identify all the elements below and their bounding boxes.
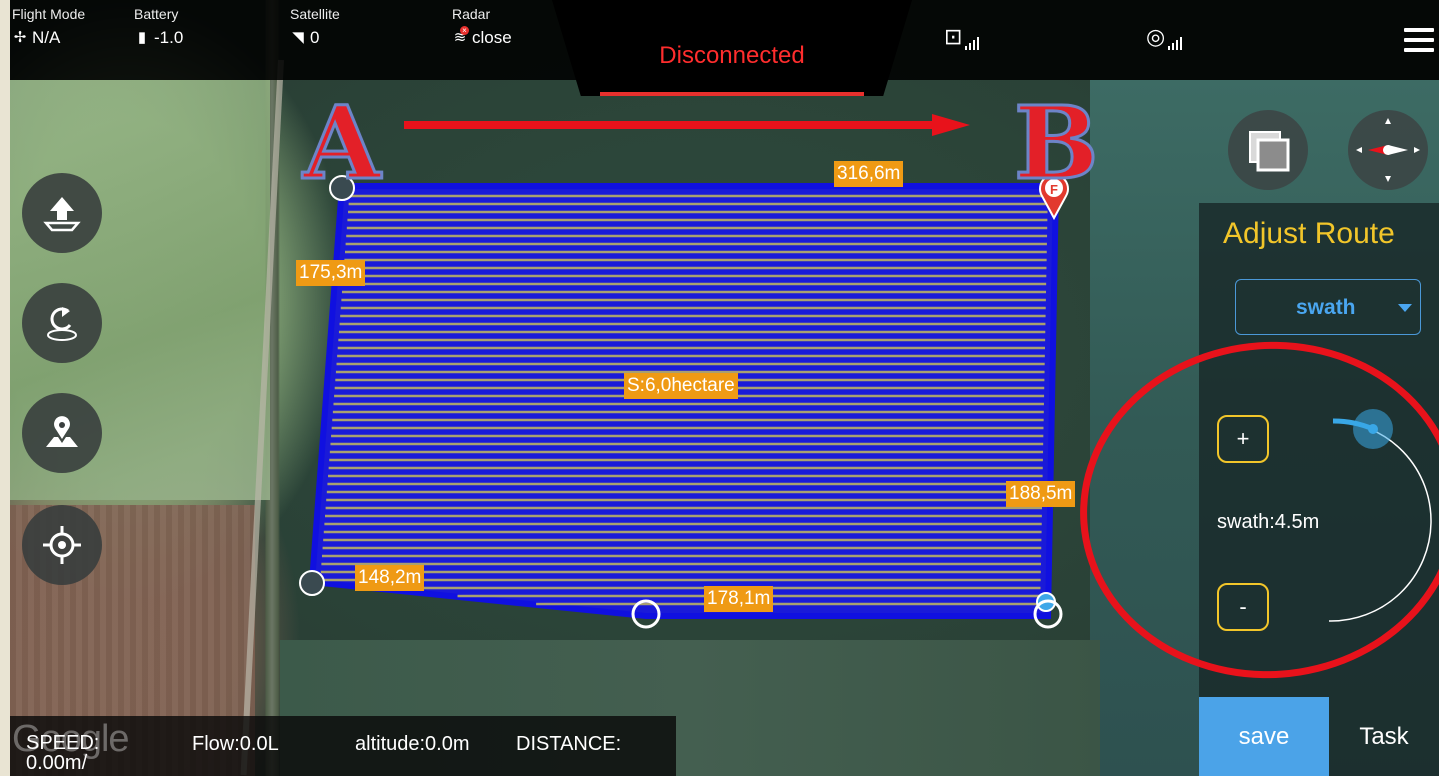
locate-me-button[interactable] — [22, 505, 102, 585]
map-provider-watermark: Google — [12, 718, 130, 760]
signal-bars-icon — [1168, 34, 1183, 50]
flight-mode-label: Flight Mode — [12, 6, 86, 22]
satellite-icon: ◥ — [292, 29, 304, 46]
drone-route-app: F 316,6m 175,3m 188,5m 148,2m 178,1m S:6… — [0, 0, 1439, 776]
task-button[interactable]: Task — [1329, 697, 1439, 776]
radar-indicator: Radar ≋ × close — [452, 6, 512, 48]
battery-label: Battery — [134, 6, 179, 22]
panel-title: Adjust Route — [1223, 217, 1395, 250]
satellite-label: Satellite — [290, 6, 340, 22]
radar-label: Radar — [452, 6, 491, 22]
radar-value: close — [472, 28, 512, 47]
start-point-letter: A — [302, 83, 383, 204]
edge-length-top: 316,6m — [834, 161, 904, 187]
edge-length-right: 188,5m — [1006, 481, 1076, 507]
menu-icon[interactable] — [1404, 28, 1434, 56]
upload-icon — [43, 197, 81, 232]
edge-length-bottom-right: 178,1m — [704, 586, 774, 612]
satellite-value: 0 — [310, 28, 320, 47]
area-label: S:6,0hectare — [624, 373, 738, 399]
direction-arrow-icon — [404, 114, 970, 136]
radar-icon: ≋ × — [452, 26, 469, 46]
flight-mode-indicator: Flight Mode ✢ N/A — [12, 6, 85, 48]
map-location-button[interactable] — [22, 393, 102, 473]
antenna-icon: ◎ — [1146, 24, 1166, 49]
battery-icon: ▮ — [137, 29, 147, 46]
chevron-down-icon — [1398, 304, 1412, 312]
drone-icon: ✢ — [13, 29, 27, 46]
flow-readout: Flow:0.0L — [192, 733, 279, 755]
end-point-letter: B — [1013, 83, 1101, 204]
edge-length-bottom-left: 148,2m — [355, 565, 425, 591]
distance-readout: DISTANCE: — [516, 733, 622, 755]
compass-button[interactable] — [1348, 110, 1428, 190]
flight-mode-value: N/A — [32, 28, 61, 47]
remote-controller-icon: ⊡ — [944, 24, 963, 49]
connection-status: Disconnected — [659, 42, 805, 69]
battery-indicator: Battery ▮ -1.0 — [134, 6, 183, 48]
return-home-button[interactable] — [22, 283, 102, 363]
layers-icon — [1249, 131, 1290, 172]
compass-icon — [1356, 118, 1420, 182]
edge-length-left: 175,3m — [296, 260, 366, 286]
altitude-readout: altitude:0.0m — [355, 733, 470, 755]
remote-signal-indicator: ⊡ — [944, 24, 980, 50]
field-polygon — [308, 183, 1060, 619]
upload-route-button[interactable] — [22, 173, 102, 253]
connection-underline — [600, 92, 864, 96]
map-pin-icon — [46, 416, 78, 447]
mode-select[interactable]: swath — [1235, 279, 1421, 335]
vertex-handle — [299, 570, 325, 596]
save-button[interactable]: save — [1199, 697, 1329, 776]
mode-select-value: swath — [1296, 296, 1356, 319]
satellite-indicator: Satellite ◥ 0 — [290, 6, 340, 48]
return-home-icon — [47, 307, 77, 341]
telemetry-signal-indicator: ◎ — [1146, 24, 1183, 50]
crosshair-icon — [43, 526, 81, 564]
signal-bars-icon — [965, 34, 980, 50]
layer-switch-button[interactable] — [1228, 110, 1308, 190]
battery-value: -1.0 — [154, 28, 184, 47]
